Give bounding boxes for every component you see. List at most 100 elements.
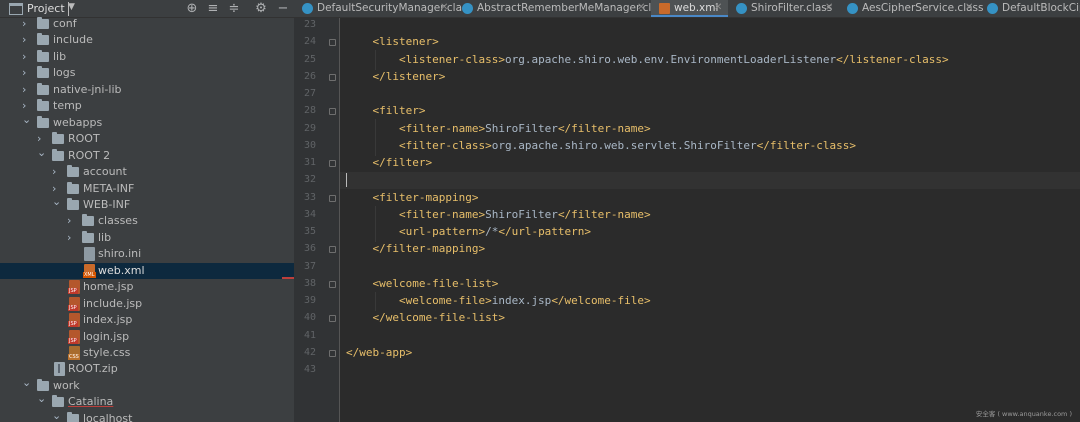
line-number: 38: [303, 277, 316, 289]
tree-item-account[interactable]: › account: [0, 164, 294, 180]
tab-abstractremembermemanager-class[interactable]: AbstractRememberMeManager.class ✕: [454, 0, 669, 17]
close-icon[interactable]: ✕: [440, 2, 448, 13]
tree-item-login-jsp[interactable]: login.jsp: [0, 329, 294, 345]
tab-label: DefaultBlockCiphe: [1002, 2, 1080, 14]
code-line[interactable]: </listener>: [346, 70, 446, 83]
code-line[interactable]: </web-app>: [346, 346, 412, 359]
close-icon[interactable]: ✕: [825, 2, 833, 13]
code-line[interactable]: </filter>: [346, 156, 433, 169]
xml-tag: <filter-mapping>: [372, 190, 479, 204]
collapse-all-icon[interactable]: ≑: [226, 1, 242, 16]
tree-item-label: lib: [53, 49, 67, 63]
code-line[interactable]: <filter>: [346, 104, 426, 117]
tree-item-webapps[interactable]: ⌄ webapps: [0, 113, 294, 131]
code-line[interactable]: <filter-mapping>: [346, 190, 479, 204]
gear-icon[interactable]: ⚙: [253, 1, 269, 16]
chevron-down-icon[interactable]: ▼: [68, 2, 75, 16]
tree-item-index-jsp[interactable]: index.jsp: [0, 312, 294, 328]
chevron-right-icon[interactable]: ›: [22, 83, 32, 96]
tree-item-native-jni-lib[interactable]: › native-jni-lib: [0, 82, 294, 98]
close-icon[interactable]: ✕: [714, 2, 722, 13]
chevron-right-icon[interactable]: ›: [22, 99, 32, 112]
tree-item-root-2[interactable]: ⌄ ROOT 2: [0, 146, 294, 164]
code-line[interactable]: <welcome-file>index.jsp</welcome-file>: [346, 294, 651, 307]
tree-item-meta-inf[interactable]: › META-INF: [0, 181, 294, 197]
fold-marker-icon[interactable]: [329, 315, 336, 323]
project-title[interactable]: Project: [27, 2, 65, 15]
fold-marker-icon[interactable]: [329, 246, 336, 254]
fold-marker-icon[interactable]: [329, 160, 336, 167]
tree-item-home-jsp[interactable]: home.jsp: [0, 279, 294, 295]
tree-item-temp[interactable]: › temp: [0, 98, 294, 114]
code-line[interactable]: </welcome-file-list>: [346, 311, 505, 324]
tree-item-lib[interactable]: › lib: [0, 49, 294, 65]
line-number: 39: [303, 295, 316, 306]
code-line[interactable]: <listener>: [346, 35, 439, 48]
xml-tag: <filter-name>: [398, 207, 486, 221]
close-icon[interactable]: ✕: [637, 2, 645, 13]
tree-item-root-zip[interactable]: ROOT.zip: [0, 361, 294, 377]
code-line[interactable]: <filter-class>org.apache.shiro.web.servl…: [346, 139, 856, 152]
tree-item-label: include.jsp: [83, 296, 143, 310]
tree-item-catalina[interactable]: ⌄ Catalina: [0, 392, 294, 410]
fold-marker-icon[interactable]: [329, 349, 336, 357]
chevron-down-icon[interactable]: ⌄: [52, 195, 62, 208]
code-line[interactable]: <filter-name>ShiroFilter</filter-name>: [346, 208, 651, 221]
tree-item-include[interactable]: › include: [0, 32, 294, 48]
tree-item-label: ROOT 2: [68, 148, 111, 162]
chevron-down-icon[interactable]: ⌄: [22, 376, 32, 389]
fold-marker-icon[interactable]: [329, 194, 336, 202]
tree-item-logs[interactable]: › logs: [0, 65, 294, 81]
tree-item-web-xml[interactable]: web.xml: [0, 262, 294, 279]
tree-item-style-css[interactable]: style.css: [0, 345, 294, 361]
chevron-right-icon[interactable]: ›: [52, 182, 62, 195]
close-icon[interactable]: ✕: [965, 2, 973, 13]
tree-item-classes[interactable]: › classes: [0, 213, 294, 229]
xml-tag: <welcome-file-list>: [372, 276, 499, 290]
chevron-right-icon[interactable]: ›: [37, 132, 47, 145]
tab-label: web.xml: [674, 2, 719, 14]
chevron-right-icon[interactable]: ›: [67, 214, 77, 227]
chevron-right-icon[interactable]: ›: [22, 66, 32, 79]
code-editor[interactable]: 23 24 25 26 27 28 29 30 31 32 33 34 35 36 37 38 39 40 41 42…: [294, 18, 1080, 422]
folder-icon: [37, 115, 49, 128]
crosshair-icon[interactable]: ⊕: [184, 1, 200, 16]
chevron-down-icon[interactable]: ⌄: [52, 409, 62, 422]
tree-item-include-jsp[interactable]: include.jsp: [0, 296, 294, 312]
tab-defaultsecuritymanager-class[interactable]: DefaultSecurityManager.class ✕: [294, 0, 473, 17]
chevron-right-icon[interactable]: ›: [22, 50, 32, 63]
fold-marker-icon[interactable]: [329, 280, 336, 288]
chevron-down-icon[interactable]: ⌄: [37, 146, 47, 159]
code-line[interactable]: <filter-name>ShiroFilter</filter-name>: [346, 122, 651, 135]
tree-item-shiro-ini[interactable]: shiro.ini: [0, 246, 294, 262]
code-line[interactable]: <url-pattern>/*</url-pattern>: [346, 225, 591, 238]
chevron-down-icon[interactable]: ⌄: [22, 113, 32, 126]
chevron-down-icon[interactable]: ⌄: [37, 392, 47, 405]
tree-item-lib[interactable]: › lib: [0, 230, 294, 246]
fold-marker-icon[interactable]: [329, 39, 336, 47]
tree-item-localhost[interactable]: ⌄ localhost: [0, 409, 294, 422]
xml-text: ShiroFilter: [485, 207, 558, 221]
fold-marker-icon[interactable]: [329, 73, 336, 81]
tab-web-xml[interactable]: web.xml ✕: [651, 0, 728, 17]
class-icon: [847, 3, 858, 14]
tab-defaultblockciphe[interactable]: DefaultBlockCiphe: [979, 0, 1080, 17]
chevron-right-icon[interactable]: ›: [22, 33, 32, 46]
code-line[interactable]: </filter-mapping>: [346, 242, 486, 255]
code-line[interactable]: <welcome-file-list>: [346, 276, 499, 290]
chevron-right-icon[interactable]: ›: [22, 17, 32, 30]
chevron-right-icon[interactable]: ›: [67, 231, 77, 244]
hide-icon[interactable]: −: [275, 1, 291, 16]
tree-item-conf[interactable]: › conf: [0, 16, 294, 32]
expand-all-icon[interactable]: ≡: [205, 1, 221, 16]
code-line[interactable]: <listener-class>org.apache.shiro.web.env…: [346, 53, 949, 66]
chevron-right-icon[interactable]: ›: [52, 165, 62, 178]
tab-aescipherservice-class[interactable]: AesCipherService.class ✕: [839, 0, 983, 17]
folder-icon: [37, 99, 49, 112]
tab-shirofilter-class[interactable]: ShiroFilter.class ✕: [728, 0, 839, 17]
folder-icon: [52, 395, 64, 408]
xml-tag: <filter-name>: [398, 121, 486, 135]
tree-item-web-inf[interactable]: ⌄ WEB-INF: [0, 195, 294, 213]
tree-item-label: logs: [53, 66, 76, 80]
fold-marker-icon[interactable]: [329, 108, 336, 116]
